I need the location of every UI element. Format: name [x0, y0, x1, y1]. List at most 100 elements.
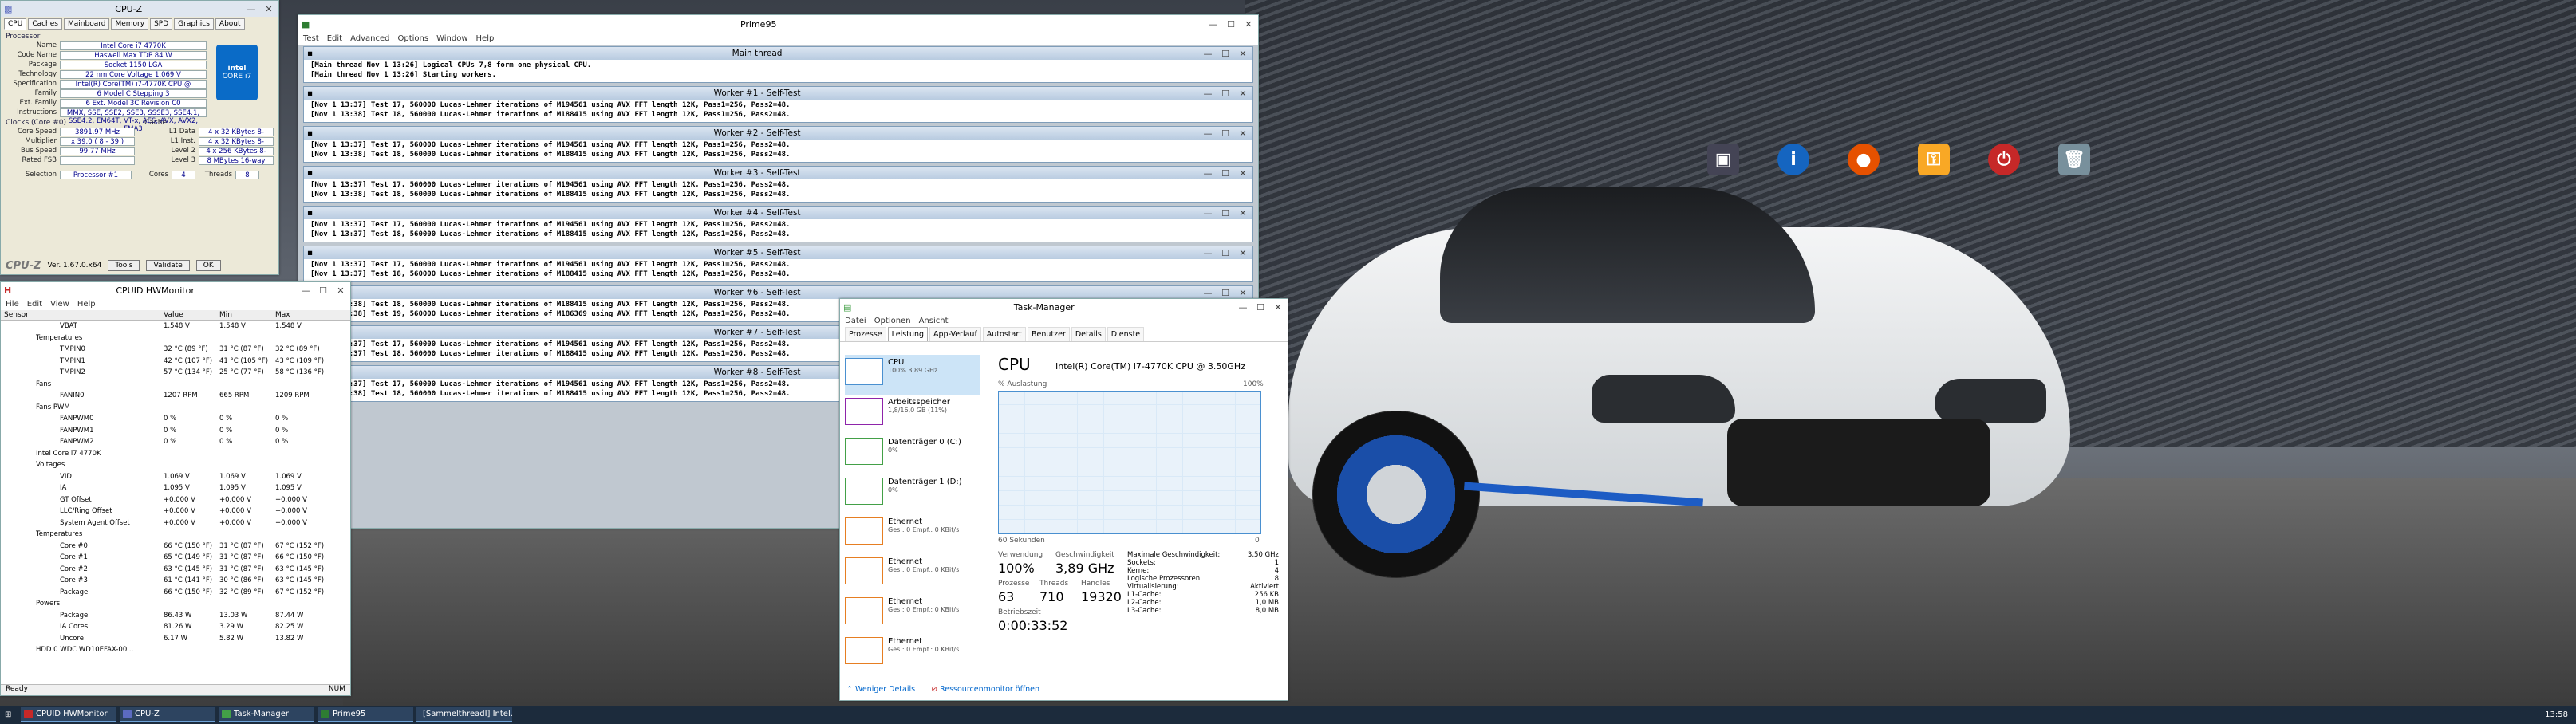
- taskbar-item[interactable]: CPUID HWMonitor: [21, 707, 116, 722]
- menu-window[interactable]: Window: [436, 34, 467, 43]
- pane-header[interactable]: ▪ Main thread — ☐ ✕: [304, 47, 1252, 60]
- sensor-row[interactable]: TMPIN1 42 °C (107 °F) 41 °C (105 °F) 43 °C …: [4, 356, 347, 368]
- minimize-icon[interactable]: —: [1201, 49, 1214, 59]
- maximize-icon[interactable]: ☐: [1254, 302, 1267, 313]
- sensor-row[interactable]: VBAT 1.548 V 1.548 V 1.548 V: [4, 321, 347, 332]
- taskbar-item[interactable]: CPU-Z: [120, 707, 215, 722]
- minimize-icon[interactable]: —: [1201, 248, 1214, 258]
- prime95-titlebar[interactable]: ■ Prime95 — ☐ ✕: [298, 15, 1258, 33]
- pane-header[interactable]: ▪ Worker #2 - Self-Test — ☐ ✕: [304, 127, 1252, 140]
- close-icon[interactable]: ✕: [1237, 248, 1249, 258]
- tab-memory[interactable]: Memory: [111, 18, 149, 30]
- resource-item[interactable]: Ethernet Ges.: 0 Empf.: 0 KBit/s: [845, 554, 980, 594]
- menu-help[interactable]: Help: [77, 300, 96, 309]
- menu-ansicht[interactable]: Ansicht: [919, 317, 949, 325]
- resource-item[interactable]: CPU 100% 3,89 GHz: [845, 355, 980, 395]
- sensor-row[interactable]: Package 66 °C (150 °F) 32 °C (89 °F) 67 °C …: [4, 587, 347, 599]
- start-button[interactable]: ⊞: [5, 710, 16, 719]
- maximize-icon[interactable]: ☐: [1219, 49, 1232, 59]
- sensor-row[interactable]: Core #0 66 °C (150 °F) 31 °C (87 °F) 67 °C …: [4, 541, 347, 553]
- maximize-icon[interactable]: ☐: [317, 285, 329, 296]
- sensor-row[interactable]: IA 1.095 V 1.095 V 1.095 V: [4, 482, 347, 494]
- close-icon[interactable]: ✕: [1237, 288, 1249, 298]
- sensor-row[interactable]: Voltages: [4, 459, 347, 471]
- maximize-icon[interactable]: ☐: [1219, 128, 1232, 139]
- minimize-icon[interactable]: —: [299, 285, 312, 296]
- maximize-icon[interactable]: ☐: [1219, 208, 1232, 218]
- tools-button[interactable]: Tools: [108, 260, 140, 271]
- taskbar-item[interactable]: Prime95: [318, 707, 413, 722]
- minimize-icon[interactable]: —: [1201, 288, 1214, 298]
- sensor-row[interactable]: TMPIN2 57 °C (134 °F) 25 °C (77 °F) 58 °C (…: [4, 367, 347, 379]
- menu-optionen[interactable]: Optionen: [874, 317, 911, 325]
- close-icon[interactable]: ✕: [1237, 168, 1249, 179]
- close-icon[interactable]: ✕: [334, 285, 347, 296]
- sensor-row[interactable]: Uncore 6.17 W 5.82 W 13.82 W: [4, 633, 347, 645]
- close-icon[interactable]: ✕: [1242, 19, 1255, 30]
- tab-details[interactable]: Details: [1071, 327, 1106, 341]
- minimize-icon[interactable]: —: [1201, 168, 1214, 179]
- sensor-row[interactable]: Core #2 63 °C (145 °F) 31 °C (87 °F) 63 °C …: [4, 564, 347, 576]
- taskbar-item[interactable]: [SammelthreadI] Intel...: [416, 707, 512, 722]
- tab-autostart[interactable]: Autostart: [982, 327, 1026, 341]
- maximize-icon[interactable]: ☐: [1219, 168, 1232, 179]
- pane-header[interactable]: ▪ Worker #4 - Self-Test — ☐ ✕: [304, 207, 1252, 219]
- hwmonitor-titlebar[interactable]: H CPUID HWMonitor — ☐ ✕: [1, 282, 350, 298]
- resource-item[interactable]: Arbeitsspeicher 1,8/16,0 GB (11%): [845, 395, 980, 435]
- menu-file[interactable]: File: [6, 300, 19, 309]
- minimize-icon[interactable]: —: [1237, 302, 1249, 313]
- resource-item[interactable]: Ethernet Ges.: 0 Empf.: 0 KBit/s: [845, 594, 980, 634]
- menu-edit[interactable]: Edit: [327, 34, 342, 43]
- column-value[interactable]: Value: [164, 311, 219, 319]
- maximize-icon[interactable]: ☐: [1219, 89, 1232, 99]
- resource-item[interactable]: Datenträger 1 (D:) 0%: [845, 474, 980, 514]
- tab-caches[interactable]: Caches: [28, 18, 62, 30]
- sensor-row[interactable]: System Agent Offset +0.000 V +0.000 V +0.00…: [4, 517, 347, 529]
- pane-header[interactable]: ▪ Worker #3 - Self-Test — ☐ ✕: [304, 167, 1252, 179]
- sensor-row[interactable]: FANIN0 1207 RPM 665 RPM 1209 RPM: [4, 390, 347, 402]
- taskbar-item[interactable]: Task-Manager: [219, 707, 314, 722]
- less-details-link[interactable]: ⌃ Weniger Details: [846, 685, 915, 694]
- tab-cpu[interactable]: CPU: [4, 18, 27, 30]
- sensor-row[interactable]: Intel Core i7 4770K: [4, 448, 347, 460]
- sensor-row[interactable]: Temperatures: [4, 529, 347, 541]
- firefox-icon[interactable]: ●: [1848, 144, 1880, 175]
- menu-edit[interactable]: Edit: [27, 300, 42, 309]
- validate-button[interactable]: Validate: [146, 260, 190, 271]
- tab-dienste[interactable]: Dienste: [1107, 327, 1145, 341]
- menu-help[interactable]: Help: [476, 34, 495, 43]
- menu-datei[interactable]: Datei: [845, 317, 866, 325]
- menu-test[interactable]: Test: [303, 34, 319, 43]
- pane-header[interactable]: ▪ Worker #5 - Self-Test — ☐ ✕: [304, 246, 1252, 259]
- tab-benutzer[interactable]: Benutzer: [1027, 327, 1070, 341]
- sensor-row[interactable]: LLC/Ring Offset +0.000 V +0.000 V +0.000 V: [4, 506, 347, 517]
- sensor-row[interactable]: Powers: [4, 598, 347, 610]
- menu-advanced[interactable]: Advanced: [350, 34, 389, 43]
- close-icon[interactable]: ✕: [1237, 49, 1249, 59]
- sensor-row[interactable]: Package 86.43 W 13.03 W 87.44 W: [4, 610, 347, 622]
- resource-item[interactable]: Ethernet Ges.: 0 Empf.: 0 KBit/s: [845, 634, 980, 666]
- tab-graphics[interactable]: Graphics: [174, 18, 214, 30]
- column-max[interactable]: Max: [275, 311, 339, 319]
- minimize-icon[interactable]: —: [1201, 128, 1214, 139]
- cpuz-titlebar[interactable]: ▩ CPU-Z — ✕: [1, 1, 278, 17]
- sensor-row[interactable]: VID 1.069 V 1.069 V 1.069 V: [4, 471, 347, 483]
- sensor-row[interactable]: Fans PWM: [4, 402, 347, 414]
- column-min[interactable]: Min: [219, 311, 275, 319]
- minimize-icon[interactable]: —: [1207, 19, 1220, 30]
- minimize-icon[interactable]: —: [245, 4, 258, 14]
- close-icon[interactable]: ✕: [1237, 128, 1249, 139]
- tab-app-verlauf[interactable]: App-Verlauf: [929, 327, 981, 341]
- info-icon[interactable]: i: [1777, 144, 1809, 175]
- pane-header[interactable]: ▪ Worker #1 - Self-Test — ☐ ✕: [304, 87, 1252, 100]
- ok-button[interactable]: OK: [195, 260, 221, 271]
- sensor-row[interactable]: Temperatures: [4, 332, 347, 344]
- minimize-icon[interactable]: —: [1201, 208, 1214, 218]
- close-icon[interactable]: ✕: [1237, 89, 1249, 99]
- tab-leistung[interactable]: Leistung: [887, 327, 929, 341]
- pane-header[interactable]: ▪Worker #6 - Self-Test—☐✕: [304, 286, 1252, 299]
- resource-monitor-link[interactable]: ⊘ Ressourcenmonitor öffnen: [931, 685, 1039, 694]
- sensor-row[interactable]: FANPWM0 0 % 0 % 0 %: [4, 413, 347, 425]
- tab-about[interactable]: About: [215, 18, 245, 30]
- tab-mainboard[interactable]: Mainboard: [64, 18, 110, 30]
